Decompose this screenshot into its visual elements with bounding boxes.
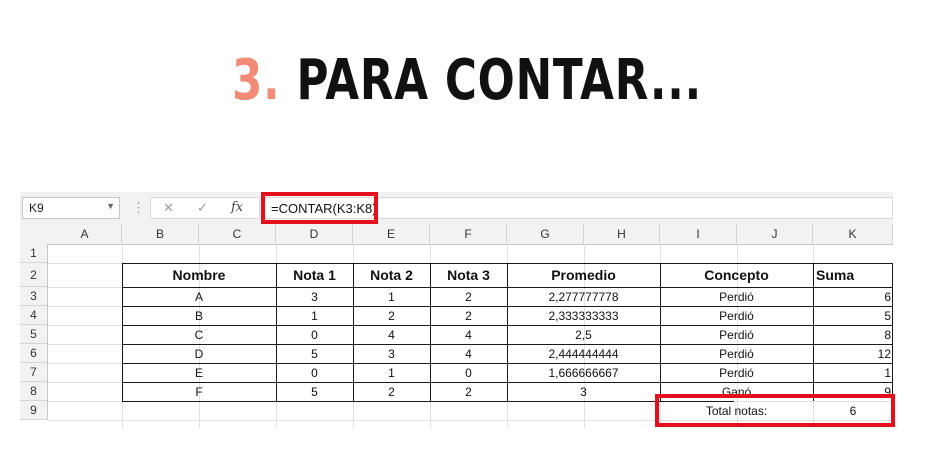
cell-nota-1[interactable]: 5 (276, 345, 353, 364)
row-header-7[interactable]: 7 (20, 363, 48, 382)
cell-concepto[interactable]: Perdió (660, 326, 813, 345)
cell-suma[interactable]: 12 (813, 345, 891, 364)
page-heading: 3. PARA CONTAR... (103, 48, 832, 113)
cancel-icon[interactable]: ✕ (163, 200, 174, 216)
cell-promedio[interactable]: 1,666666667 (507, 364, 660, 383)
cell-nota-2[interactable]: 2 (353, 383, 430, 402)
row-header-4[interactable]: 4 (20, 306, 48, 325)
chevron-down-icon[interactable]: ▼ (106, 201, 115, 211)
cell-concepto[interactable]: Perdió (660, 288, 813, 307)
header-suma[interactable]: Suma (816, 264, 893, 287)
cell-suma[interactable]: 1 (813, 364, 891, 383)
insert-function-icon[interactable]: fx (231, 200, 243, 215)
cell-nota-3[interactable]: 2 (430, 307, 507, 326)
column-header-a[interactable]: A (48, 224, 122, 244)
column-header-f[interactable]: F (430, 224, 507, 244)
cell-nota-2[interactable]: 1 (353, 288, 430, 307)
spreadsheet: K9 ▼ ⋮ ✕ ✓ fx =CONTAR(K3:K8) A B C D E F… (20, 192, 895, 428)
cell-nota-3[interactable]: 2 (430, 288, 507, 307)
column-header-e[interactable]: E (353, 224, 430, 244)
cell-nota-2[interactable]: 1 (353, 364, 430, 383)
cell-suma[interactable]: 8 (813, 326, 891, 345)
cell-nota-1[interactable]: 5 (276, 383, 353, 402)
enter-icon[interactable]: ✓ (197, 200, 208, 216)
cell-nota-3[interactable]: 4 (430, 345, 507, 364)
cell-concepto[interactable]: Perdió (660, 364, 813, 383)
formula-highlight (261, 192, 378, 224)
total-highlight (655, 394, 895, 427)
column-header-j[interactable]: J (737, 224, 813, 244)
header-nombre[interactable]: Nombre (122, 264, 276, 287)
cell-nota-3[interactable]: 2 (430, 383, 507, 402)
heading-number: 3. (231, 48, 281, 113)
cell-promedio[interactable]: 3 (507, 383, 660, 402)
cell-promedio[interactable]: 2,277777778 (507, 288, 660, 307)
row-header-8[interactable]: 8 (20, 382, 48, 401)
heading-text: PARA CONTAR... (296, 48, 703, 113)
cell-promedio[interactable]: 2,5 (507, 326, 660, 345)
row-header-9[interactable]: 9 (20, 401, 48, 420)
row-header-2[interactable]: 2 (20, 263, 48, 287)
cell-nota-1[interactable]: 0 (276, 364, 353, 383)
name-box[interactable]: K9 ▼ (22, 197, 120, 219)
header-concepto[interactable]: Concepto (660, 264, 813, 287)
row-header-1[interactable]: 1 (20, 244, 48, 263)
column-headers: A B C D E F G H I J K (20, 224, 893, 245)
column-header-i[interactable]: I (660, 224, 737, 244)
column-header-b[interactable]: B (122, 224, 199, 244)
cell-promedio[interactable]: 2,333333333 (507, 307, 660, 326)
column-header-c[interactable]: C (199, 224, 276, 244)
cell-nota-2[interactable]: 4 (353, 326, 430, 345)
cell-nota-2[interactable]: 2 (353, 307, 430, 326)
column-header-k[interactable]: K (813, 224, 893, 244)
row-header-5[interactable]: 5 (20, 325, 48, 344)
cell-nota-1[interactable]: 1 (276, 307, 353, 326)
cell-nombre[interactable]: A (122, 288, 276, 307)
drag-handle-icon[interactable]: ⋮ (132, 200, 145, 216)
cell-nombre[interactable]: B (122, 307, 276, 326)
row-header-3[interactable]: 3 (20, 287, 48, 306)
header-nota-3[interactable]: Nota 3 (430, 264, 507, 287)
cell-nota-3[interactable]: 4 (430, 326, 507, 345)
cell-nombre[interactable]: C (122, 326, 276, 345)
cell-nota-1[interactable]: 3 (276, 288, 353, 307)
cell-nombre[interactable]: E (122, 364, 276, 383)
cell-suma[interactable]: 6 (813, 288, 891, 307)
cell-nombre[interactable]: F (122, 383, 276, 402)
header-nota-1[interactable]: Nota 1 (276, 264, 353, 287)
formula-bar: K9 ▼ ⋮ ✕ ✓ fx =CONTAR(K3:K8) (20, 192, 893, 225)
column-header-d[interactable]: D (276, 224, 353, 244)
cell-promedio[interactable]: 2,444444444 (507, 345, 660, 364)
cell-nota-3[interactable]: 0 (430, 364, 507, 383)
cell-suma[interactable]: 5 (813, 307, 891, 326)
column-header-g[interactable]: G (507, 224, 584, 244)
cell-concepto[interactable]: Perdió (660, 307, 813, 326)
cell-concepto[interactable]: Perdió (660, 345, 813, 364)
cell-nota-1[interactable]: 0 (276, 326, 353, 345)
header-promedio[interactable]: Promedio (507, 264, 660, 287)
column-header-h[interactable]: H (584, 224, 660, 244)
cell-nota-2[interactable]: 3 (353, 345, 430, 364)
formula-buttons: ✕ ✓ fx (150, 197, 260, 219)
cell-nombre[interactable]: D (122, 345, 276, 364)
name-box-value: K9 (29, 201, 44, 215)
header-nota-2[interactable]: Nota 2 (353, 264, 430, 287)
row-header-6[interactable]: 6 (20, 344, 48, 363)
